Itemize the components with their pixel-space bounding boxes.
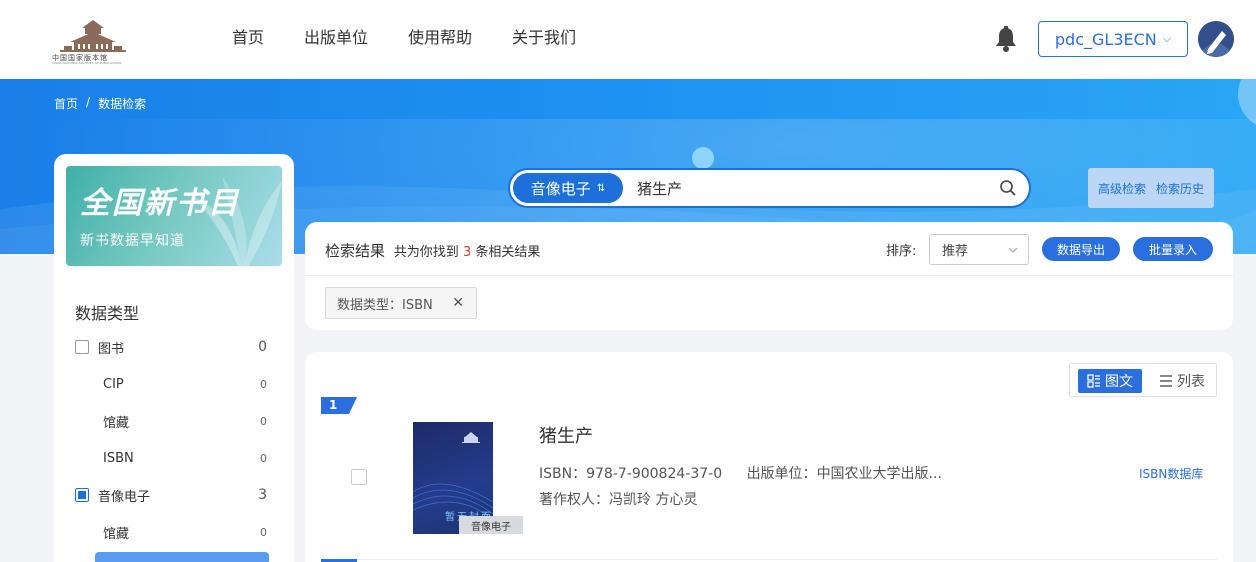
grid-view-icon bbox=[1087, 374, 1100, 388]
export-button[interactable]: 数据导出 bbox=[1042, 237, 1120, 261]
author-value: 冯凯玲 方心灵 bbox=[609, 492, 698, 508]
filter-item-isbn[interactable]: ISBN 0 bbox=[103, 446, 267, 470]
search-type-selector[interactable]: 音像电子 ⇅ bbox=[513, 173, 623, 203]
filter-label: 馆藏 bbox=[103, 526, 130, 542]
publisher-label: 出版单位： bbox=[746, 466, 817, 482]
view-list-button[interactable]: 列表 bbox=[1152, 369, 1212, 393]
filter-title: 数据类型 bbox=[75, 304, 140, 323]
result-meta: ISBN：978-7-900824-37-0 出版单位：中国农业大学出版... bbox=[539, 463, 942, 483]
filter-label: CIP bbox=[103, 376, 124, 392]
decor-dot bbox=[692, 147, 714, 169]
search-bar: 音像电子 ⇅ bbox=[508, 168, 1031, 208]
publisher-value: 中国农业大学出版... bbox=[816, 466, 942, 482]
filter-label: 音像电子 bbox=[98, 489, 151, 505]
view-grid-button[interactable]: 图文 bbox=[1078, 369, 1142, 393]
filter-count: 0 bbox=[260, 451, 267, 465]
promo-title: 全国新书目 bbox=[80, 186, 240, 221]
promo-subtitle: 新书数据早知道 bbox=[80, 233, 185, 249]
result-index: 1 bbox=[329, 398, 338, 412]
filter-item-cip[interactable]: CIP 0 bbox=[103, 372, 267, 396]
results-title-row: 检索结果 共为你找到 3 条相关结果 bbox=[325, 240, 540, 261]
filter-count: 0 bbox=[260, 414, 267, 428]
search-icon[interactable] bbox=[999, 179, 1017, 197]
database-link[interactable]: ISBN数据库 bbox=[1139, 465, 1203, 482]
results-title: 检索结果 bbox=[325, 242, 386, 260]
result-title[interactable]: 猪生产 bbox=[539, 422, 593, 448]
chevron-down-icon bbox=[1008, 247, 1018, 253]
row-divider bbox=[321, 559, 1217, 560]
view-list-label: 列表 bbox=[1177, 374, 1205, 390]
nav-help[interactable]: 使用帮助 bbox=[408, 28, 472, 48]
active-filter-tag: 数据类型：ISBN ✕ bbox=[325, 287, 477, 319]
breadcrumb-sep: / bbox=[86, 95, 91, 109]
nav-publishers[interactable]: 出版单位 bbox=[304, 28, 368, 48]
index-badge bbox=[321, 397, 357, 414]
summary-prefix: 共为你找到 bbox=[393, 245, 459, 260]
filter-count: 3 bbox=[258, 487, 267, 503]
sort-select[interactable]: 推荐 bbox=[929, 234, 1029, 265]
filter-item-av-electronic[interactable]: 音像电子 3 bbox=[75, 483, 267, 507]
author-label: 著作权人： bbox=[539, 492, 609, 508]
nav-about[interactable]: 关于我们 bbox=[512, 28, 576, 48]
breadcrumb-home[interactable]: 首页 bbox=[54, 95, 78, 112]
breadcrumb: 首页 / 数据检索 bbox=[54, 95, 146, 112]
swap-icon: ⇅ bbox=[596, 182, 606, 194]
results-header: 检索结果 共为你找到 3 条相关结果 排序: 推荐 数据导出 批量录入 数据类型… bbox=[305, 222, 1233, 330]
filter-label: ISBN bbox=[103, 450, 134, 466]
advanced-search-box: 高级检索 检索历史 bbox=[1088, 168, 1214, 208]
view-toggle: 图文 列表 bbox=[1069, 363, 1217, 397]
isbn-value: 978-7-900824-37-0 bbox=[586, 466, 723, 482]
batch-entry-button[interactable]: 批量录入 bbox=[1133, 237, 1213, 261]
sort-value: 推荐 bbox=[942, 244, 969, 259]
close-icon[interactable]: ✕ bbox=[452, 295, 464, 311]
list-view-icon bbox=[1160, 375, 1172, 387]
decor-dot-large bbox=[1238, 79, 1256, 129]
promo-banner[interactable]: 全国新书目 新书数据早知道 bbox=[66, 166, 282, 266]
view-grid-label: 图文 bbox=[1105, 374, 1133, 390]
top-header: 中国国家版本馆 CHINA NATIONAL ARCHIVES OF PUBLI… bbox=[0, 0, 1256, 79]
advanced-search-link[interactable]: 高级检索 bbox=[1098, 180, 1146, 197]
user-avatar-icon[interactable] bbox=[1198, 21, 1234, 57]
summary-suffix: 条相关结果 bbox=[475, 245, 541, 260]
user-menu-button[interactable]: pdc_GL3ECN ⌵ bbox=[1038, 21, 1188, 57]
left-panel: 全国新书目 新书数据早知道 数据类型 图书 0 CIP 0 馆藏 0 ISBN … bbox=[54, 154, 294, 562]
filter-label: 图书 bbox=[98, 341, 125, 357]
filter-item-book[interactable]: 图书 0 bbox=[75, 335, 267, 359]
filter-count: 0 bbox=[260, 377, 267, 391]
sort-label: 排序: bbox=[886, 244, 917, 259]
search-history-link[interactable]: 检索历史 bbox=[1156, 180, 1204, 197]
breadcrumb-current: 数据检索 bbox=[98, 97, 147, 111]
chevron-down-icon: ⌵ bbox=[1162, 32, 1172, 45]
media-type-tag: 音像电子 bbox=[459, 516, 523, 534]
logo-subtext: CHINA NATIONAL ARCHIVES OF PUBLICATIONS bbox=[52, 61, 122, 65]
filter-item-collection-av[interactable]: 馆藏 0 bbox=[103, 520, 267, 544]
filter-label: 馆藏 bbox=[103, 415, 130, 431]
username: pdc_GL3ECN bbox=[1054, 29, 1157, 49]
checkbox[interactable] bbox=[75, 340, 89, 354]
result-checkbox[interactable] bbox=[351, 469, 367, 485]
result-authors: 著作权人：冯凯玲 方心灵 bbox=[539, 489, 697, 509]
divider bbox=[305, 275, 1233, 276]
filter-item-collection[interactable]: 馆藏 0 bbox=[103, 409, 267, 433]
tag-label: 数据类型：ISBN bbox=[337, 297, 433, 313]
results-total: 3 bbox=[462, 245, 472, 260]
filter-count: 0 bbox=[258, 339, 267, 355]
results-list: 图文 列表 1 暂无封面 音像电子 猪生产 ISBN：978-7-9008 bbox=[305, 352, 1233, 562]
main-nav: 首页 出版单位 使用帮助 关于我们 bbox=[232, 28, 616, 48]
filter-selected-item[interactable] bbox=[95, 552, 269, 562]
isbn-label: ISBN： bbox=[539, 466, 587, 482]
filter-count: 0 bbox=[260, 525, 267, 539]
results-summary: 共为你找到 3 条相关结果 bbox=[394, 245, 541, 260]
search-input[interactable] bbox=[637, 177, 977, 199]
search-type-label: 音像电子 bbox=[530, 179, 591, 198]
nav-home[interactable]: 首页 bbox=[232, 28, 264, 48]
checkbox-checked[interactable] bbox=[75, 488, 89, 502]
bell-icon[interactable] bbox=[994, 26, 1018, 52]
